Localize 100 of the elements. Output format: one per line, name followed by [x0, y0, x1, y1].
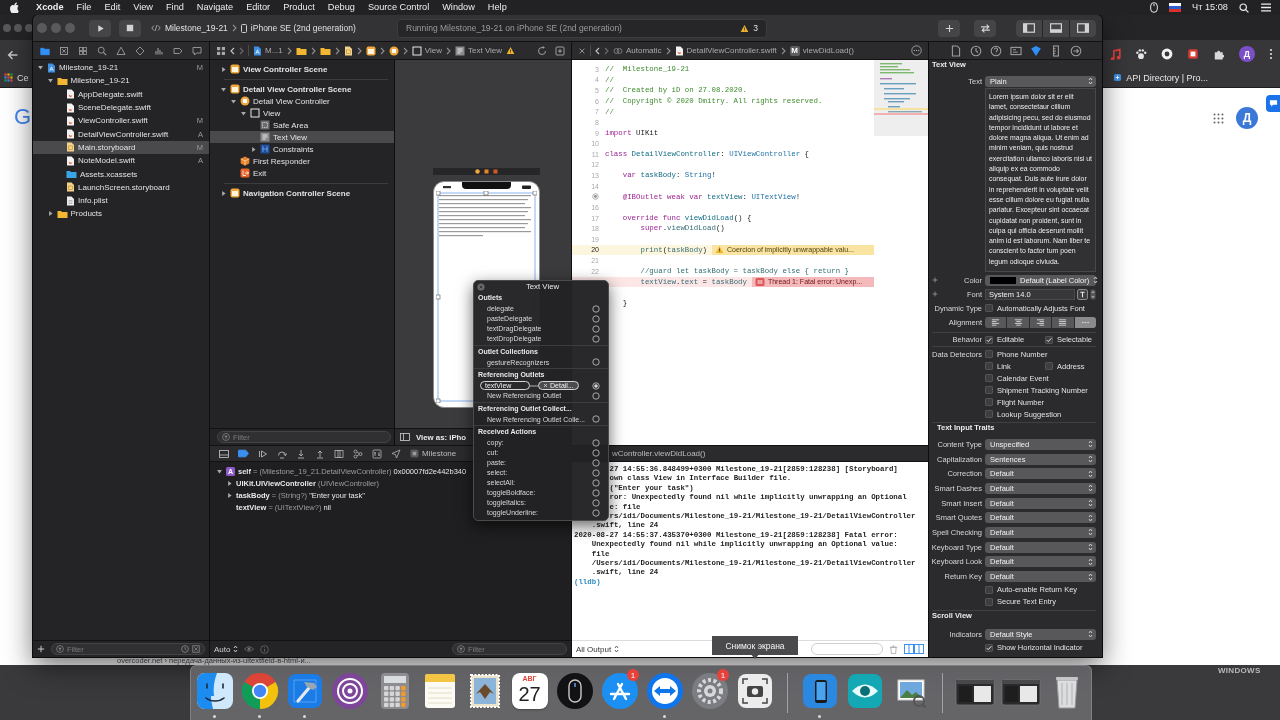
- flag-icon[interactable]: [1169, 3, 1182, 12]
- menu-item[interactable]: Product: [276, 0, 322, 15]
- connection-circle[interactable]: [592, 478, 600, 487]
- project-tree-row[interactable]: Info.plist: [33, 193, 209, 208]
- checkbox[interactable]: [1045, 362, 1053, 370]
- checkbox[interactable]: [985, 350, 993, 358]
- menu-item[interactable]: Editor: [239, 0, 277, 15]
- checkbox[interactable]: [985, 362, 993, 370]
- project-tree-row[interactable]: LaunchScreen.storyboard: [33, 180, 209, 194]
- jump-bar-item[interactable]: Automatic: [613, 45, 662, 56]
- diamond-icon[interactable]: [135, 45, 145, 56]
- checkbox[interactable]: [985, 374, 993, 382]
- connection-circle[interactable]: [592, 448, 600, 457]
- connection-circle[interactable]: [592, 508, 600, 517]
- checkbox[interactable]: [985, 335, 993, 344]
- disclosure-triangle-icon[interactable]: [46, 210, 54, 218]
- sidebar-toggle-icon[interactable]: [400, 432, 410, 442]
- clock-icon[interactable]: [969, 44, 982, 57]
- review-button[interactable]: [974, 19, 996, 37]
- mouse-icon[interactable]: [554, 671, 595, 711]
- outline-item[interactable]: Navigation Controller Scene: [210, 187, 394, 199]
- continue-icon[interactable]: [258, 448, 268, 459]
- project-tree-row[interactable]: Products: [33, 207, 209, 221]
- step-over-icon[interactable]: [277, 448, 287, 459]
- breakpoint-tag-icon[interactable]: [238, 448, 249, 459]
- connection-circle[interactable]: [592, 314, 600, 323]
- menu-item[interactable]: Xcode: [19, 0, 71, 15]
- back-icon[interactable]: [230, 46, 235, 55]
- warning-triangle-icon[interactable]: [116, 45, 126, 56]
- menu-item[interactable]: Help: [481, 0, 514, 15]
- warning-count-button[interactable]: 3: [740, 23, 758, 33]
- checkbox[interactable]: [985, 398, 993, 406]
- menu-item[interactable]: Find: [159, 0, 191, 15]
- connection-circle[interactable]: [592, 391, 600, 400]
- segmented-ring-icon[interactable]: [239, 671, 280, 711]
- mouse-icon[interactable]: [1150, 2, 1159, 13]
- paw-icon[interactable]: [1135, 48, 1147, 60]
- checkbox[interactable]: [985, 643, 993, 652]
- list-icon[interactable]: [1260, 2, 1271, 13]
- checkbox[interactable]: [985, 585, 993, 594]
- jump-bar-item[interactable]: M...1: [253, 45, 283, 56]
- menu-clock[interactable]: Чт 15:08: [1192, 0, 1228, 15]
- disclosure-triangle-icon[interactable]: [250, 145, 257, 153]
- layers-icon[interactable]: [334, 448, 344, 459]
- bookmark-link[interactable]: Ce: [4, 72, 29, 83]
- extension-icon[interactable]: [1187, 48, 1199, 60]
- disclosure-triangle-icon[interactable]: [230, 97, 237, 105]
- add-editor-icon[interactable]: [555, 45, 565, 56]
- disclosure-triangle-icon[interactable]: [37, 64, 44, 72]
- concentric-rings-icon[interactable]: [329, 671, 370, 711]
- checkbox[interactable]: [985, 597, 993, 606]
- checkbox[interactable]: [985, 410, 993, 418]
- search-icon[interactable]: [1239, 2, 1249, 13]
- side-tab[interactable]: [1266, 95, 1280, 112]
- back-arrow-icon[interactable]: [7, 48, 18, 60]
- kebab-menu-icon[interactable]: [1269, 48, 1273, 60]
- connection-circle[interactable]: [592, 324, 600, 333]
- run-button[interactable]: [89, 19, 111, 37]
- close-icon[interactable]: [477, 282, 485, 291]
- project-tree-row[interactable]: Milestone_19-21: [33, 74, 209, 88]
- plus-icon[interactable]: [932, 291, 938, 297]
- outline-item[interactable]: View: [210, 107, 394, 119]
- scheme-button[interactable]: Milestone_19-21: [151, 23, 228, 33]
- clock-icon[interactable]: [181, 645, 189, 653]
- folder-icon[interactable]: [40, 45, 50, 56]
- grid-icon[interactable]: [78, 45, 88, 56]
- step-out-icon[interactable]: [315, 448, 325, 459]
- connection-circle[interactable]: [592, 438, 600, 447]
- gear-icon[interactable]: [689, 671, 730, 711]
- back-icon[interactable]: [595, 46, 600, 55]
- checkbox[interactable]: [985, 386, 993, 394]
- inspector-toggle-button[interactable]: [1070, 19, 1096, 37]
- navigator-toggle-button[interactable]: [1016, 19, 1042, 37]
- stepper-icon[interactable]: [1090, 288, 1096, 300]
- menu-item[interactable]: Navigate: [190, 0, 240, 15]
- connection-circle[interactable]: [592, 488, 600, 497]
- connection-circle[interactable]: [592, 358, 600, 366]
- connection-circle[interactable]: [592, 304, 600, 313]
- letter-a-app-icon[interactable]: [599, 671, 640, 711]
- stop-button[interactable]: [119, 19, 141, 37]
- menu-item[interactable]: Debug: [321, 0, 362, 15]
- menu-item[interactable]: View: [126, 0, 160, 15]
- circular-arrows-icon[interactable]: [537, 45, 547, 56]
- shield-icon[interactable]: [1029, 44, 1042, 57]
- disclosure-triangle-icon[interactable]: [240, 109, 247, 117]
- ellipsis-circle-icon[interactable]: [911, 45, 922, 56]
- connection-circle[interactable]: [592, 381, 600, 390]
- alignment-segment[interactable]: [1007, 316, 1029, 328]
- puzzle-icon[interactable]: [1213, 48, 1225, 60]
- warning-icon[interactable]: [506, 46, 516, 55]
- checkbox[interactable]: [985, 304, 993, 312]
- font-picker-icon[interactable]: [1077, 288, 1088, 300]
- plus-icon[interactable]: [37, 645, 45, 653]
- outline-item[interactable]: View Controller Scene: [210, 63, 394, 75]
- nodes-icon[interactable]: [353, 448, 363, 459]
- destination-button[interactable]: iPhone SE (2nd generation): [240, 23, 356, 33]
- scope-popup-button[interactable]: Auto: [214, 644, 239, 654]
- apple-icon[interactable]: [10, 2, 19, 13]
- outline-item[interactable]: Constraints: [210, 143, 394, 155]
- menu-item[interactable]: File: [70, 0, 98, 15]
